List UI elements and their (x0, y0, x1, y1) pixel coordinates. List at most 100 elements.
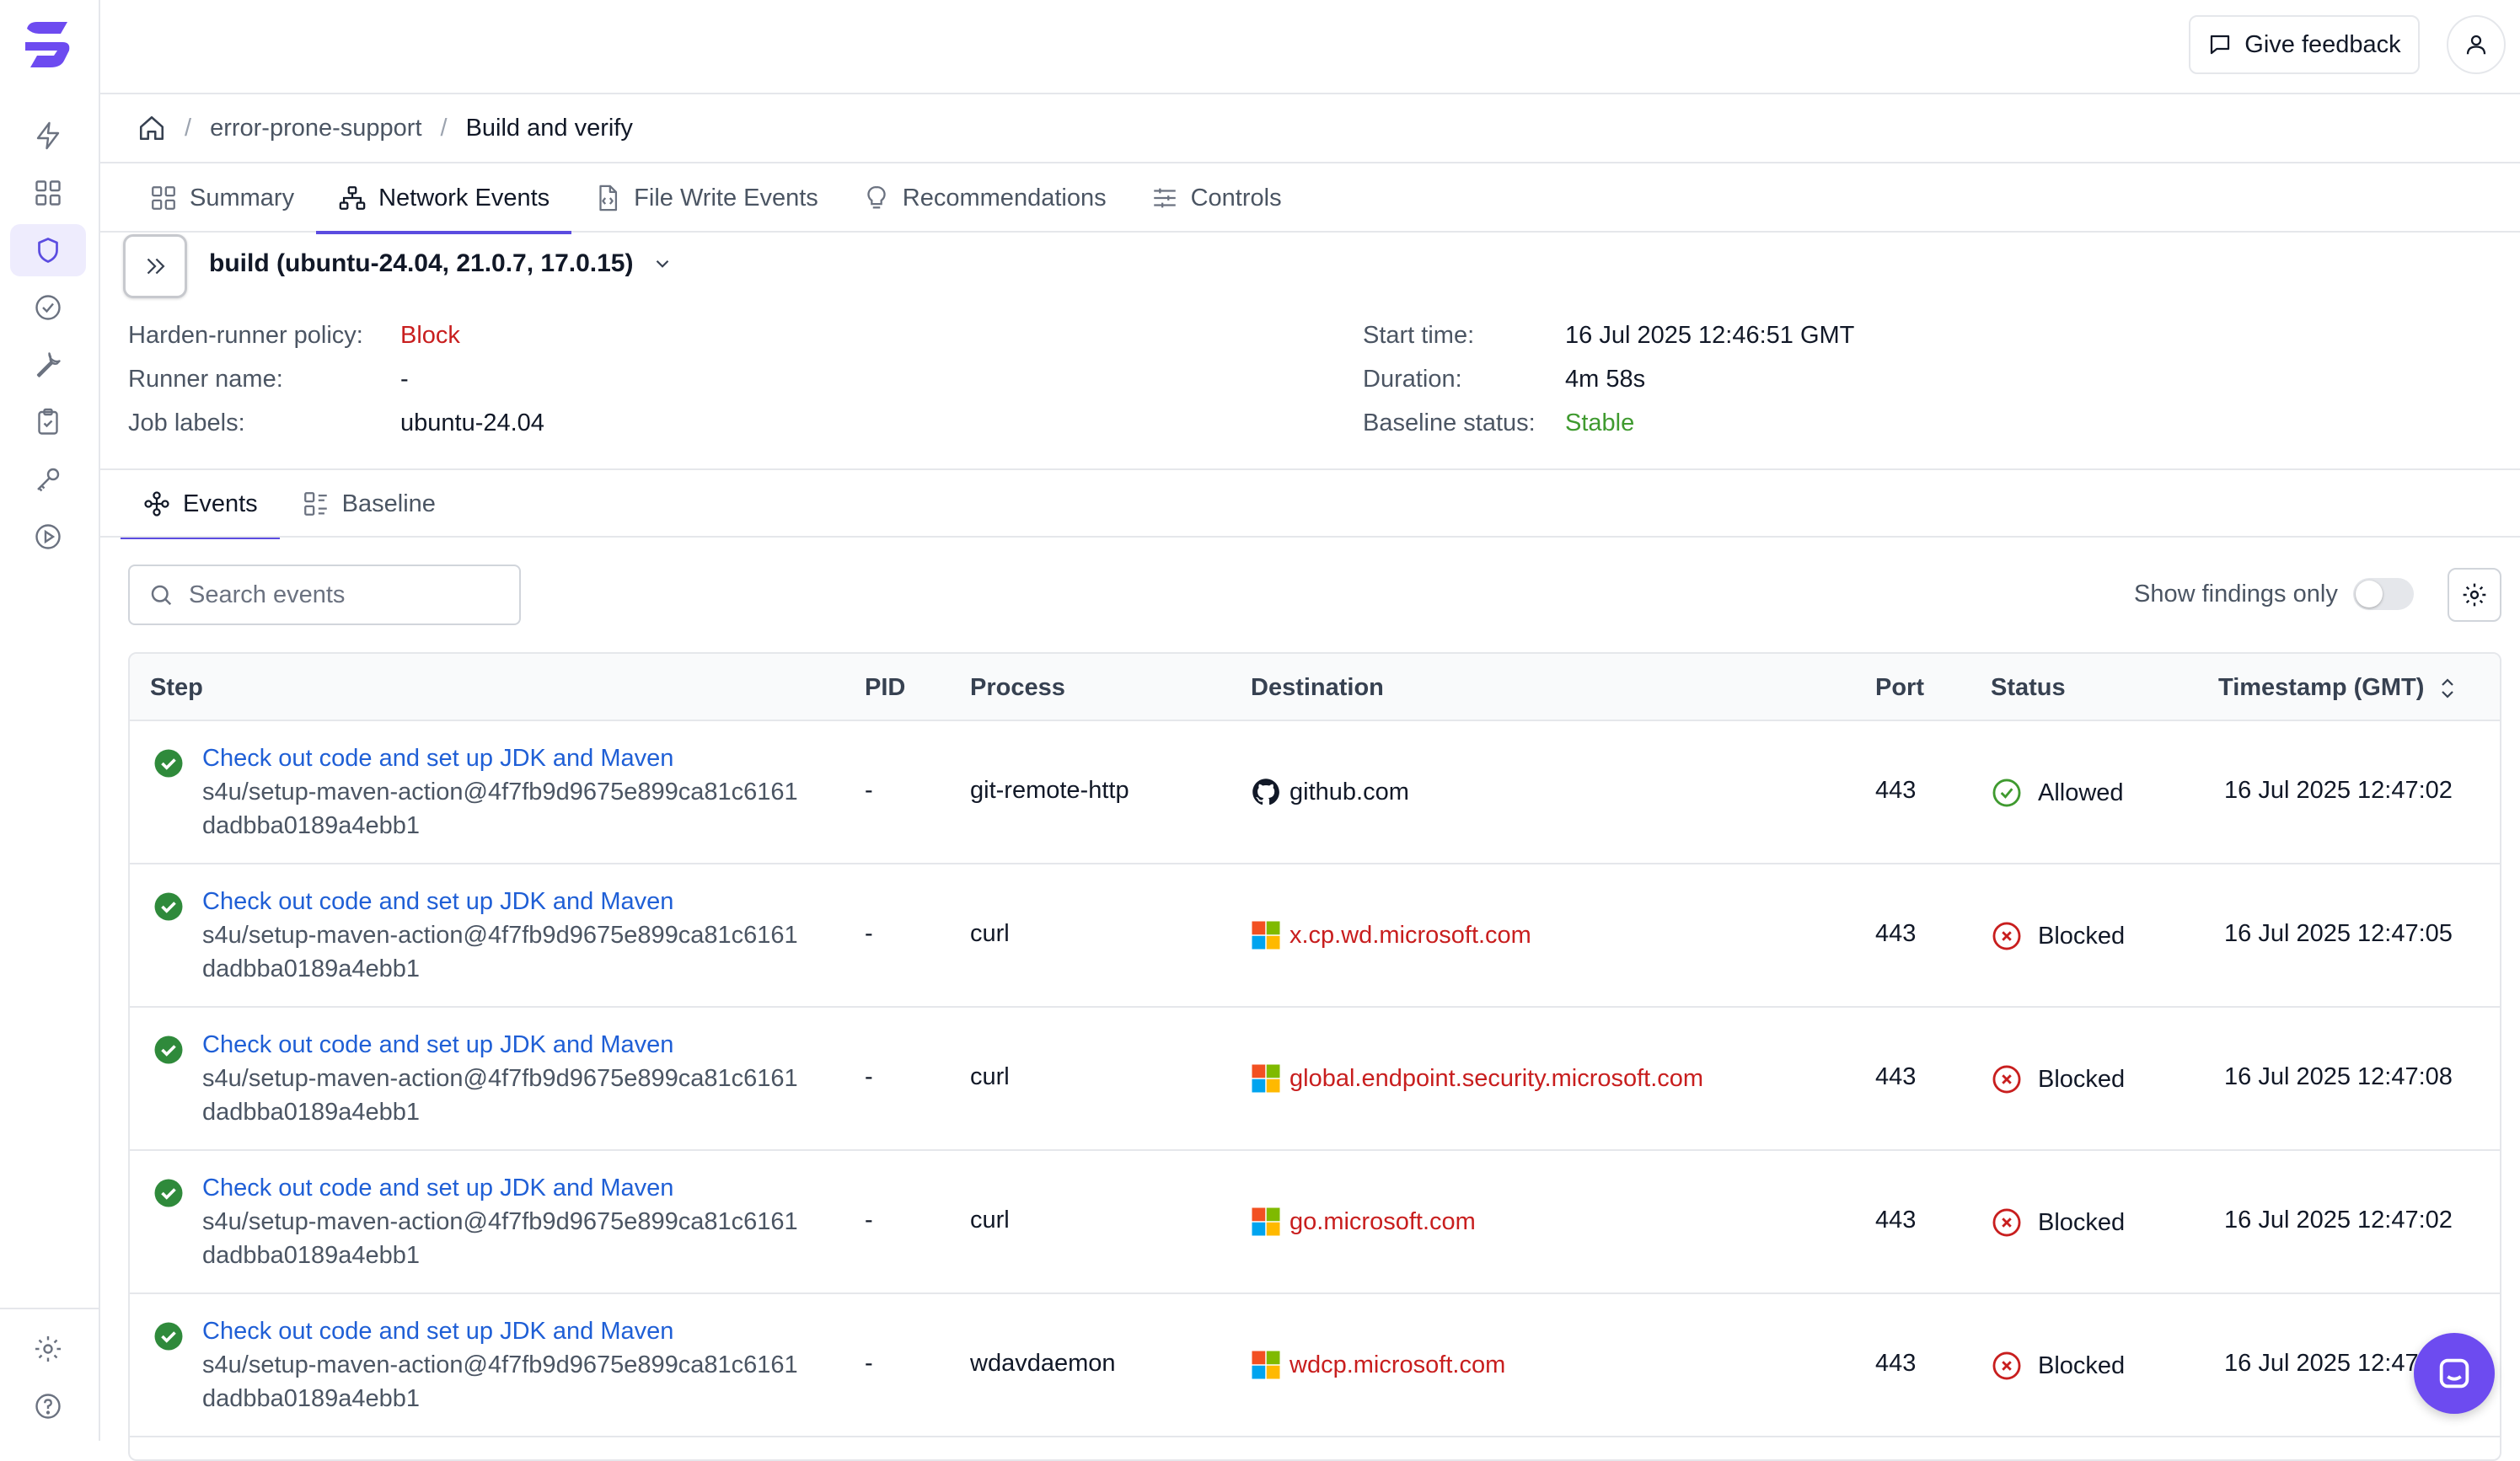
event-subtabs: Events Baseline (121, 470, 458, 539)
microsoft-icon (1251, 920, 1281, 950)
microsoft-icon (1251, 1063, 1281, 1094)
duration-label: Duration: (1363, 366, 1462, 393)
subtab-baseline[interactable]: Baseline (280, 470, 458, 538)
user-icon (2466, 35, 2486, 55)
port-cell: 443 (1875, 1063, 1917, 1090)
table-row[interactable]: Check out code and set up JDK and Maven s… (130, 1294, 2500, 1437)
policy-label: Harden-runner policy: (128, 322, 363, 349)
table-row[interactable]: Check out code and set up JDK and Maven s… (130, 1151, 2500, 1294)
breadcrumb-repo[interactable]: error-prone-support (210, 115, 421, 142)
search-events-field[interactable] (128, 565, 521, 625)
port-cell: 443 (1875, 1207, 1917, 1234)
tab-recommendations[interactable]: Recommendations (840, 163, 1129, 233)
app-logo[interactable] (20, 17, 76, 72)
sidebar-item-secrets[interactable] (10, 453, 86, 506)
step-action: s4u/setup-maven-action@4f7fb9d9675e899ca… (202, 1351, 798, 1378)
user-avatar-button[interactable] (2447, 15, 2506, 74)
destination-domain[interactable]: go.microsoft.com (1289, 1208, 1476, 1236)
sidebar-item-dashboard[interactable] (10, 167, 86, 219)
status-cell: Blocked (1991, 1207, 2125, 1239)
step-action-sha: dadbba0189a4ebb1 (202, 1385, 421, 1412)
sidebar-item-help[interactable] (10, 1380, 86, 1432)
sidebar-divider (0, 1308, 99, 1309)
sidebar-item-runs[interactable] (10, 511, 86, 563)
port-cell: 443 (1875, 1350, 1917, 1377)
section-divider (100, 468, 2520, 470)
step-link[interactable]: Check out code and set up JDK and Maven (202, 1175, 673, 1202)
job-selector[interactable]: build (ubuntu-24.04, 21.0.7, 17.0.15) (209, 249, 673, 278)
subtab-events[interactable]: Events (121, 470, 280, 539)
file-code-icon (599, 185, 618, 211)
step-link[interactable]: Check out code and set up JDK and Maven (202, 1318, 673, 1346)
tab-label: Recommendations (902, 184, 1107, 211)
step-link[interactable]: Check out code and set up JDK and Maven (202, 745, 673, 773)
play-circle-icon (35, 524, 61, 549)
destination-cell: x.cp.wd.microsoft.com (1251, 920, 1531, 950)
github-icon (1251, 777, 1281, 807)
sidebar-item-security[interactable] (10, 224, 86, 276)
step-action-sha: dadbba0189a4ebb1 (202, 1099, 421, 1126)
subtab-label: Baseline (341, 490, 436, 517)
chat-launcher-button[interactable] (2414, 1333, 2495, 1414)
expand-sidebar-button[interactable] (123, 234, 187, 298)
gear-icon (35, 1336, 61, 1362)
check-circle-icon (35, 295, 61, 320)
microsoft-icon (1251, 1207, 1281, 1237)
network-icon (339, 186, 366, 210)
gear-icon (2463, 583, 2486, 607)
table-row[interactable]: Check out code and set up JDK and Maven s… (130, 864, 2500, 1008)
col-step: Step (150, 674, 203, 701)
sidebar-item-tools[interactable] (10, 339, 86, 391)
microsoft-icon (1251, 1350, 1281, 1380)
process-cell: curl (970, 1207, 1010, 1234)
sliders-icon (1153, 188, 1176, 208)
timestamp-cell: 16 Jul 2025 12:47:05 (2224, 920, 2453, 947)
step-success-icon (154, 1322, 183, 1351)
lightbulb-icon (867, 186, 886, 209)
show-findings-toggle[interactable] (2352, 578, 2414, 610)
breadcrumb-current: Build and verify (465, 114, 633, 142)
pid-cell: - (865, 777, 873, 804)
process-cell: curl (970, 920, 1010, 947)
col-timestamp-label: Timestamp (GMT) (2218, 674, 2425, 701)
destination-domain: github.com (1289, 778, 1409, 805)
wrench-icon (36, 352, 61, 377)
col-timestamp[interactable]: Timestamp (GMT) (2218, 674, 2458, 702)
sidebar-item-activity[interactable] (10, 110, 86, 162)
table-row[interactable]: Check out code and set up JDK and Maven s… (130, 721, 2500, 864)
give-feedback-button[interactable]: Give feedback (2189, 15, 2420, 74)
step-link[interactable]: Check out code and set up JDK and Maven (202, 1031, 673, 1059)
tab-network-events[interactable]: Network Events (316, 163, 572, 234)
timestamp-cell: 16 Jul 2025 12:47:02 (2224, 1207, 2453, 1234)
search-input[interactable] (189, 581, 492, 609)
port-cell: 443 (1875, 920, 1917, 947)
home-icon[interactable] (137, 114, 166, 142)
sidebar-item-settings[interactable] (10, 1323, 86, 1375)
message-icon (2211, 35, 2230, 55)
bolt-icon (36, 121, 60, 150)
destination-domain[interactable]: wdcp.microsoft.com (1289, 1351, 1505, 1379)
status-label: Blocked (2038, 1065, 2126, 1093)
tab-controls[interactable]: Controls (1129, 163, 1304, 233)
table-settings-button[interactable] (2448, 568, 2501, 622)
destination-domain[interactable]: x.cp.wd.microsoft.com (1289, 922, 1531, 950)
sidebar-item-checks[interactable] (10, 281, 86, 334)
table-row[interactable]: Check out code and set up JDK and Maven s… (130, 1008, 2500, 1151)
clipboard-check-icon (38, 408, 58, 435)
tab-label: File Write Events (634, 184, 818, 211)
destination-cell: global.endpoint.security.microsoft.com (1251, 1063, 1703, 1094)
baseline-status-label: Baseline status: (1363, 409, 1536, 436)
events-icon (144, 491, 169, 516)
status-cell: Blocked (1991, 1350, 2125, 1382)
tab-file-write-events[interactable]: File Write Events (571, 163, 840, 233)
destination-domain[interactable]: global.endpoint.security.microsoft.com (1289, 1065, 1703, 1093)
col-destination: Destination (1251, 674, 1384, 701)
tab-summary[interactable]: Summary (127, 163, 316, 233)
job-labels-label: Job labels: (128, 409, 245, 436)
timestamp-cell: 16 Jul 2025 12:47:02 (2224, 777, 2453, 804)
step-link[interactable]: Check out code and set up JDK and Maven (202, 888, 673, 916)
sidebar-item-compliance[interactable] (10, 396, 86, 448)
status-label: Blocked (2038, 1208, 2126, 1236)
baseline-icon (303, 492, 327, 516)
start-time-value: 16 Jul 2025 12:46:51 GMT (1565, 322, 1855, 349)
